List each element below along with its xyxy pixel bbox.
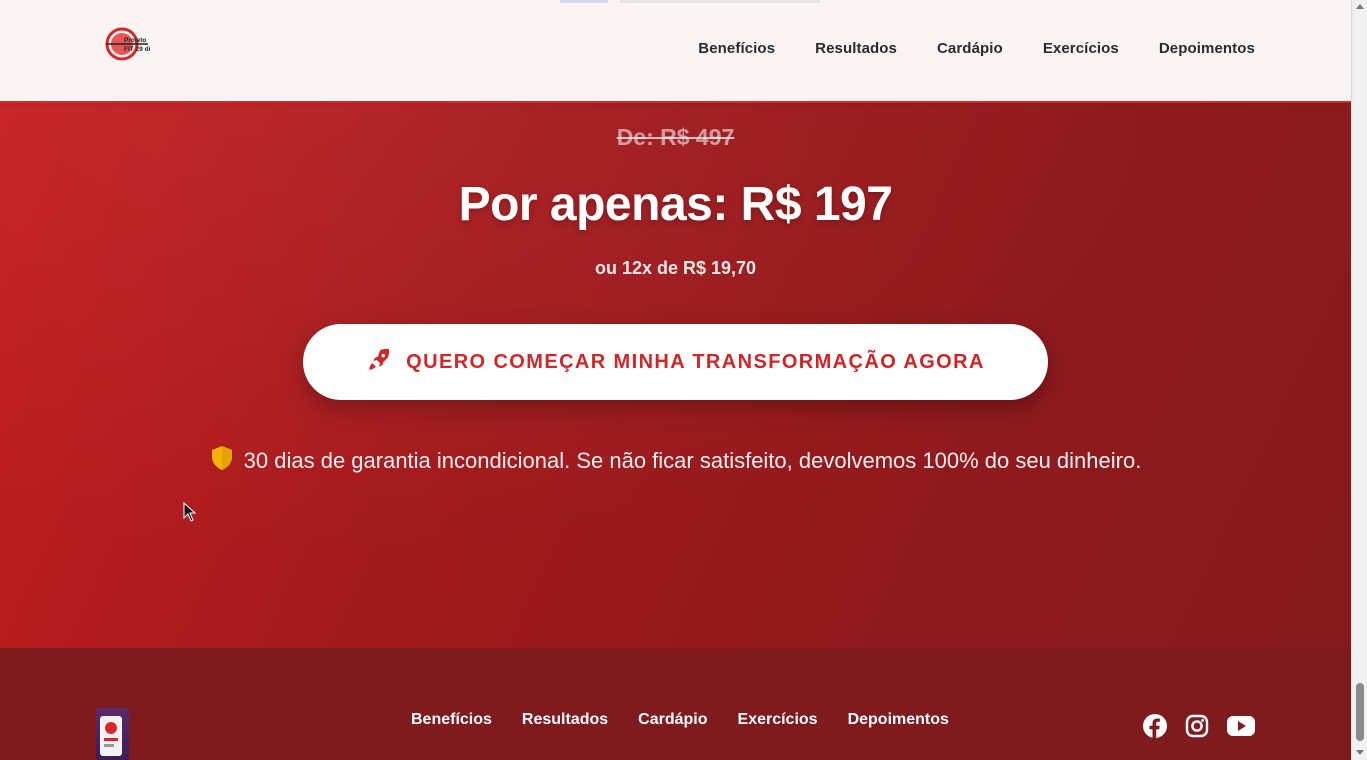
site-header: Projeto FIT 29 dias Benefícios Resultado…	[0, 0, 1351, 103]
footer-link-resultados[interactable]: Resultados	[522, 711, 608, 729]
footer-link-cardapio[interactable]: Cardápio	[638, 711, 707, 729]
cta-button[interactable]: QUERO COMEÇAR MINHA TRANSFORMAÇÃO AGORA	[303, 324, 1048, 400]
installments-text: ou 12x de R$ 19,70	[594, 258, 757, 278]
facebook-icon[interactable]	[1143, 714, 1167, 738]
logo[interactable]: Projeto FIT 29 dias	[104, 26, 158, 62]
main-nav: Benefícios Resultados Cardápio Exercício…	[698, 40, 1255, 57]
offer-section: De: R$ 497 Por apenas: R$ 197 ou 12x de …	[0, 103, 1351, 648]
nav-link-resultados[interactable]: Resultados	[815, 40, 897, 57]
projeto-fit-logo-icon: Projeto FIT 29 dias	[105, 27, 158, 61]
svg-text:Projeto: Projeto	[124, 37, 146, 44]
nav-link-depoimentos[interactable]: Depoimentos	[1159, 40, 1255, 57]
page: Projeto FIT 29 dias Benefícios Resultado…	[0, 0, 1367, 760]
instagram-icon[interactable]	[1185, 714, 1209, 738]
guarantee: 30 dias de garantia incondicional. Se nã…	[0, 445, 1351, 476]
site-footer: Benefícios Resultados Cardápio Exercício…	[0, 648, 1351, 760]
nav-link-exercicios[interactable]: Exercícios	[1043, 40, 1119, 57]
new-price: Por apenas: R$ 197	[458, 178, 893, 231]
cta-label: QUERO COMEÇAR MINHA TRANSFORMAÇÃO AGORA	[406, 350, 985, 373]
youtube-icon[interactable]	[1227, 715, 1255, 737]
scroll-thumb[interactable]	[1356, 683, 1364, 741]
header-ghost-overlay	[560, 0, 820, 14]
footer-link-depoimentos[interactable]: Depoimentos	[848, 711, 949, 729]
shield-icon	[210, 445, 234, 476]
old-price: De: R$ 497	[616, 124, 735, 150]
mouse-cursor-icon	[183, 502, 197, 522]
footer-app-image[interactable]	[96, 708, 129, 760]
social-links	[1143, 714, 1255, 738]
footer-nav: Benefícios Resultados Cardápio Exercício…	[411, 711, 949, 729]
svg-text:FIT 29 dias: FIT 29 dias	[124, 46, 150, 53]
footer-link-exercicios[interactable]: Exercícios	[738, 711, 818, 729]
rocket-icon	[366, 347, 392, 378]
scroll-up-arrow-icon[interactable]	[1356, 4, 1364, 9]
nav-link-beneficios[interactable]: Benefícios	[698, 40, 775, 57]
guarantee-text: 30 dias de garantia incondicional. Se nã…	[243, 447, 1142, 473]
scroll-down-arrow-icon[interactable]	[1356, 750, 1364, 755]
page-scrollbar[interactable]	[1351, 0, 1367, 760]
nav-link-cardapio[interactable]: Cardápio	[937, 40, 1003, 57]
footer-link-beneficios[interactable]: Benefícios	[411, 711, 492, 729]
